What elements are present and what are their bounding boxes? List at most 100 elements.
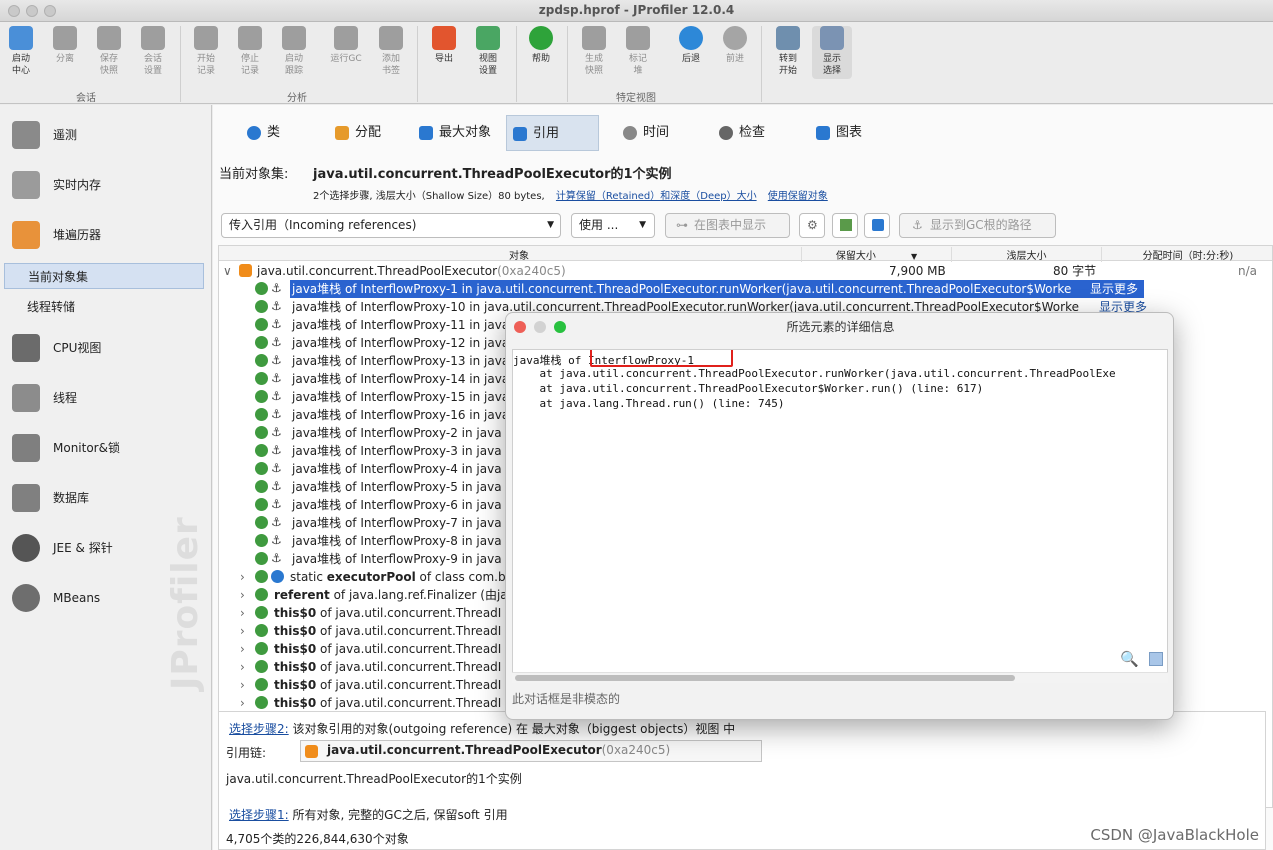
expand-toggle-icon[interactable]: › <box>240 640 250 658</box>
dialog-minimize-button[interactable] <box>534 321 546 333</box>
copy-icon[interactable] <box>1149 652 1163 666</box>
export-snapshot-button[interactable] <box>832 213 858 238</box>
tab-graph[interactable]: 图表 <box>810 115 880 151</box>
sidebar-item-threads[interactable]: 线程 <box>10 382 206 414</box>
show-more-link[interactable]: 显示更多 <box>1090 280 1145 298</box>
reference-controls: 传入引用（Incoming references) ▼ 使用 ... ▼ ⊶ 在图表中… <box>213 211 1273 241</box>
gc-icon <box>334 26 358 50</box>
instance-count-text: java.util.concurrent.ThreadPoolExecutor的… <box>226 772 522 786</box>
anchor-icon: ⚓ <box>271 281 282 295</box>
show-gc-root-path-button[interactable]: ⚓ 显示到GC根的路径 <box>899 213 1056 238</box>
gc-root-icon <box>255 408 268 421</box>
export-button[interactable]: 导出 <box>424 26 464 65</box>
highlight-box <box>590 350 733 367</box>
expand-toggle-icon[interactable]: › <box>240 658 250 676</box>
add-bookmark-button[interactable]: 添加 书签 <box>371 26 411 77</box>
show-in-graph-button[interactable]: ⊶ 在图表中显示 <box>665 213 790 238</box>
start-recording-button[interactable]: 开始 记录 <box>186 26 226 77</box>
reference-chain-label: 引用链: <box>226 746 267 760</box>
sidebar-item-cpu-views[interactable]: CPU视图 <box>10 332 206 364</box>
camera-icon <box>582 26 606 50</box>
anchor-icon: ⚓ <box>271 461 282 475</box>
calc-retained-size-link[interactable]: 计算保留（Retained）和深度（Deep）大小 <box>556 191 757 202</box>
tab-references[interactable]: 引用 <box>506 115 599 151</box>
dialog-title: 所选元素的详细信息 <box>786 320 895 334</box>
help-button[interactable]: 帮助 <box>521 26 561 65</box>
sidebar-item-telemetry[interactable]: 遥测 <box>10 119 206 151</box>
expand-toggle-icon[interactable]: › <box>240 604 250 622</box>
tab-inspections[interactable]: 检查 <box>713 115 783 151</box>
table-row-root[interactable]: ∨ java.util.concurrent.ThreadPoolExecuto… <box>219 262 1272 280</box>
detach-button[interactable]: 分离 <box>45 26 85 65</box>
expand-toggle-icon[interactable]: › <box>240 568 250 586</box>
selection-step-2-link[interactable]: 选择步骤2: <box>229 722 289 736</box>
search-icon[interactable]: 🔍 <box>1120 650 1139 668</box>
view-tabs: 类 分配 最大对象 引用 时间 检查 图表 <box>213 105 1273 155</box>
gc-root-icon <box>255 300 268 313</box>
save-snapshot-button[interactable]: 保存 快照 <box>89 26 129 77</box>
gc-root-icon <box>255 498 268 511</box>
table-row-selected[interactable]: ⚓ java堆栈 of InterflowProxy-1 in java.uti… <box>219 280 1272 298</box>
expand-toggle-icon[interactable]: ∨ <box>223 262 233 280</box>
sidebar-item-current-object-set[interactable]: 当前对象集 <box>4 263 204 289</box>
object-set-size-info: 2个选择步骤, 浅层大小（Shallow Size）80 bytes, <box>313 191 545 202</box>
globe-icon <box>12 584 40 612</box>
start-center-button[interactable]: 启动 中心 <box>1 26 41 77</box>
group-label-session: 会话 <box>76 93 96 104</box>
sidebar-item-databases[interactable]: 数据库 <box>10 482 206 514</box>
clock-icon <box>820 26 844 50</box>
stop-recording-button[interactable]: 停止 记录 <box>230 26 270 77</box>
tab-time[interactable]: 时间 <box>617 115 687 151</box>
session-settings-button[interactable]: 会话 设置 <box>133 26 173 77</box>
sidebar-item-live-memory[interactable]: 实时内存 <box>10 169 206 201</box>
column-object[interactable]: 对象 <box>459 247 579 262</box>
dialog-zoom-button[interactable] <box>554 321 566 333</box>
cpu-icon <box>12 334 40 362</box>
scrollbar-thumb[interactable] <box>515 675 1015 681</box>
view-settings-button[interactable]: 视图 设置 <box>468 26 508 77</box>
column-alloc-time[interactable]: 分配时间（时:分:秒) <box>1101 247 1272 262</box>
tab-classes[interactable]: 类 <box>241 115 301 151</box>
use-dropdown[interactable]: 使用 ... ▼ <box>571 213 655 238</box>
expand-toggle-icon[interactable]: › <box>240 694 250 712</box>
horizontal-scrollbar[interactable] <box>512 672 1168 683</box>
reference-type-dropdown[interactable]: 传入引用（Incoming references) ▼ <box>221 213 561 238</box>
expand-toggle-icon[interactable]: › <box>240 676 250 694</box>
go-to-start-button[interactable]: 转到 开始 <box>768 26 808 77</box>
run-gc-button[interactable]: 运行GC <box>326 26 366 65</box>
settings-button[interactable]: ⚙ <box>799 213 825 238</box>
generate-snapshot-button[interactable]: 生成 快照 <box>574 26 614 77</box>
forward-button[interactable]: 前进 <box>715 26 755 65</box>
close-window-button[interactable] <box>8 5 20 17</box>
gc-root-icon <box>255 426 268 439</box>
selection-step-1-link[interactable]: 选择步骤1: <box>229 808 289 822</box>
info-icon <box>872 219 884 231</box>
tab-allocations[interactable]: 分配 <box>329 115 399 151</box>
minimize-window-button[interactable] <box>26 5 38 17</box>
export-icon <box>432 26 456 50</box>
use-retained-objects-link[interactable]: 使用保留对象 <box>768 191 828 202</box>
dialog-close-button[interactable] <box>514 321 526 333</box>
show-selection-button[interactable]: 显示 选择 <box>812 26 852 79</box>
column-retained-size[interactable]: 保留大小 ▼ <box>801 247 951 262</box>
pin-icon <box>626 26 650 50</box>
stack-line: at java.util.concurrent.ThreadPoolExecut… <box>513 382 984 395</box>
object-set-value: java.util.concurrent.ThreadPoolExecutor的… <box>313 167 672 182</box>
gear-icon: ⚙ <box>807 218 818 232</box>
mark-heap-button[interactable]: 标记堆 <box>618 26 658 77</box>
tab-biggest-objects[interactable]: 最大对象 <box>413 115 499 151</box>
start-tracking-button[interactable]: 启动 跟踪 <box>274 26 314 77</box>
sidebar-item-heap-walker[interactable]: 堆遍历器 <box>10 219 206 251</box>
anchor-icon: ⚓ <box>271 497 282 511</box>
column-shallow-size[interactable]: 浅层大小 <box>951 247 1101 262</box>
gear-icon <box>719 126 733 140</box>
gc-root-icon <box>255 336 268 349</box>
expand-toggle-icon[interactable]: › <box>240 622 250 640</box>
zoom-window-button[interactable] <box>44 5 56 17</box>
back-button[interactable]: 后退 <box>671 26 711 65</box>
details-text-area[interactable]: java堆栈 of InterflowProxy-1 at java.util.… <box>512 349 1168 683</box>
sidebar-item-monitors-locks[interactable]: Monitor&锁 <box>10 432 206 464</box>
sidebar-item-thread-dump[interactable]: 线程转储 <box>4 294 204 320</box>
info-button[interactable] <box>864 213 890 238</box>
expand-toggle-icon[interactable]: › <box>240 586 250 604</box>
